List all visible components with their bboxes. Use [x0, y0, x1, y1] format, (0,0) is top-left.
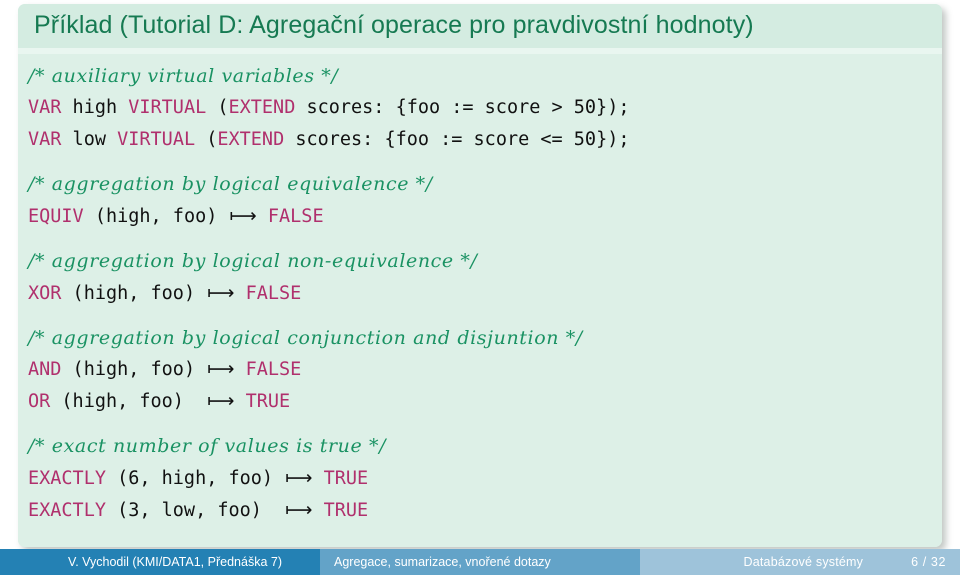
code-line: OR (high, foo) ⟼ TRUE: [28, 385, 942, 417]
code-text: (high, foo): [83, 206, 229, 228]
code-keyword: TRUE: [245, 391, 291, 413]
code-keyword: VAR: [28, 128, 62, 150]
block-body: /* auxiliary virtual variables */ VAR hig…: [18, 54, 942, 548]
footer-meta: Databázové systémy 6 / 32: [640, 549, 960, 575]
code-keyword: EQUIV: [28, 206, 84, 228]
code-line: XOR (high, foo) ⟼ FALSE: [28, 277, 942, 309]
code-keyword: EXTEND: [228, 96, 296, 118]
maps-to-arrow-icon: ⟼: [207, 358, 234, 381]
code-keyword: XOR: [28, 282, 62, 304]
code-text: scores: {foo := score > 50});: [295, 96, 630, 118]
code-keyword: EXACTLY: [28, 499, 106, 521]
code-line: EXACTLY (3, low, foo) ⟼ TRUE: [28, 494, 942, 526]
code-comment: /* aggregation by logical equivalence */: [28, 173, 433, 196]
code-line: /* aggregation by logical equivalence */: [28, 168, 942, 200]
code-text: low: [61, 128, 118, 150]
code-line: AND (high, foo) ⟼ FALSE: [28, 353, 942, 385]
code-keyword: VAR: [28, 96, 62, 118]
code-keyword: VIRTUAL: [117, 128, 196, 150]
code-line: EQUIV (high, foo) ⟼ FALSE: [28, 200, 942, 232]
code-line: /* aggregation by logical conjunction an…: [28, 322, 942, 354]
maps-to-arrow-icon: ⟼: [207, 281, 234, 304]
code-keyword: FALSE: [267, 206, 324, 228]
footer-page-number: 6 / 32: [911, 555, 946, 569]
code-text: (6, high, foo): [105, 467, 285, 489]
slide-footer: V. Vychodil (KMI/DATA1, Přednáška 7) Agr…: [0, 549, 960, 575]
code-keyword: EXTEND: [217, 128, 285, 150]
code-keyword: VIRTUAL: [128, 96, 207, 118]
code-keyword: TRUE: [323, 499, 369, 521]
code-comment: /* aggregation by logical conjunction an…: [28, 326, 583, 349]
block-title: Příklad (Tutorial D: Agregační operace p…: [18, 4, 942, 48]
code-keyword: FALSE: [245, 282, 302, 304]
code-text: (high, foo): [61, 359, 207, 381]
code-keyword: TRUE: [323, 467, 369, 489]
code-comment: /* exact number of values is true */: [28, 434, 387, 457]
code-line: EXACTLY (6, high, foo) ⟼ TRUE: [28, 462, 942, 494]
code-text: (high, foo): [50, 391, 207, 413]
code-comment: /* aggregation by logical non-equivalenc…: [28, 249, 478, 272]
code-text: (high, foo): [61, 282, 207, 304]
code-line: VAR low VIRTUAL (EXTEND scores: {foo := …: [28, 124, 942, 156]
code-line: /* exact number of values is true */: [28, 430, 942, 462]
footer-author: V. Vychodil (KMI/DATA1, Přednáška 7): [0, 549, 320, 575]
maps-to-arrow-icon: ⟼: [229, 205, 257, 228]
maps-to-arrow-icon: ⟼: [207, 390, 234, 413]
code-comment: /* auxiliary virtual variables */: [28, 65, 339, 87]
code-keyword: EXACTLY: [28, 467, 106, 489]
code-text: scores: {foo := score <= 50});: [284, 128, 630, 150]
maps-to-arrow-icon: ⟼: [285, 498, 312, 521]
code-keyword: FALSE: [245, 359, 302, 381]
code-text: high: [61, 96, 129, 118]
maps-to-arrow-icon: ⟼: [285, 466, 312, 489]
footer-presentation-title: Databázové systémy: [743, 555, 864, 569]
footer-section: Agregace, sumarizace, vnořené dotazy: [320, 549, 640, 575]
code-listing: /* auxiliary virtual variables */ VAR hig…: [28, 60, 942, 525]
code-text: (3, low, foo): [105, 499, 285, 521]
example-block: Příklad (Tutorial D: Agregační operace p…: [18, 4, 942, 548]
code-text: (: [195, 128, 218, 150]
code-line: /* aggregation by logical non-equivalenc…: [28, 245, 942, 277]
code-text: (: [206, 96, 229, 118]
code-keyword: OR: [28, 391, 51, 413]
code-line: /* auxiliary virtual variables */: [28, 60, 942, 92]
code-keyword: AND: [28, 359, 62, 381]
code-line: VAR high VIRTUAL (EXTEND scores: {foo :=…: [28, 92, 942, 124]
